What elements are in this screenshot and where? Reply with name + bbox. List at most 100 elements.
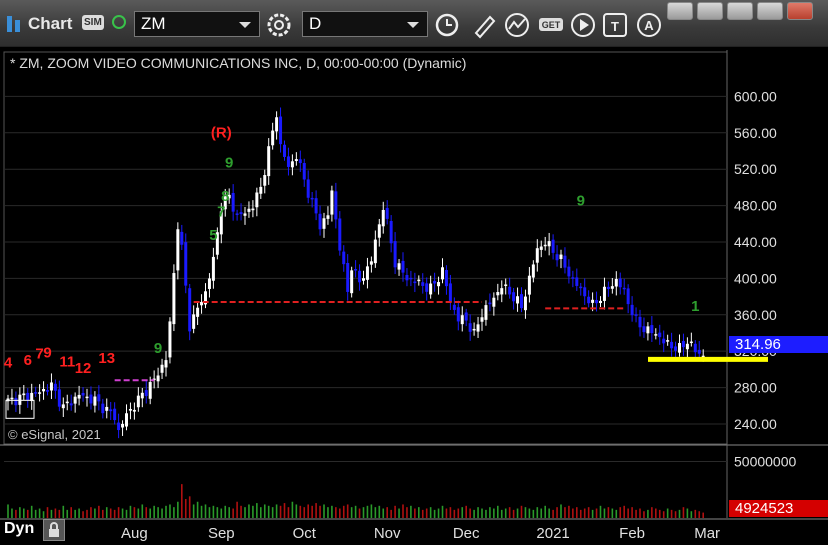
candle-body <box>128 408 132 411</box>
candle-body <box>583 287 587 297</box>
get-formulas-icon[interactable]: GET <box>538 11 566 39</box>
volume-bar <box>161 508 163 518</box>
lock-icon[interactable] <box>43 519 65 541</box>
volume-bar <box>38 508 41 518</box>
interval-input[interactable]: D <box>302 11 428 37</box>
candle-body <box>61 404 65 409</box>
price-chart[interactable]: 600.00 560.00 520.00 480.00 440.00 400.00 360.… <box>0 46 828 545</box>
link-status-icon[interactable] <box>112 15 126 29</box>
candle-body <box>413 281 417 284</box>
dynamic-label[interactable]: Dyn <box>4 520 34 538</box>
volume-bar <box>398 508 400 518</box>
volume-bar <box>378 505 381 518</box>
candle-body <box>239 212 243 215</box>
pencil-draw-icon[interactable] <box>470 11 498 39</box>
pin-window-button[interactable] <box>667 2 693 20</box>
candle-body <box>140 392 144 399</box>
play-replay-icon[interactable] <box>570 11 598 39</box>
chevron-down-icon[interactable] <box>407 22 419 28</box>
clock-icon[interactable] <box>434 11 462 39</box>
volume-bar <box>358 508 361 518</box>
signal-annotation: 11 <box>59 354 75 371</box>
studies-icon[interactable] <box>504 11 532 39</box>
volume-bar <box>327 507 329 518</box>
candle-body <box>476 324 480 332</box>
volume-bar <box>145 507 148 518</box>
volume-bar <box>508 507 511 518</box>
candle-body <box>658 332 662 338</box>
candle-body <box>306 179 310 198</box>
candle-body <box>512 292 516 302</box>
close-window-button[interactable] <box>787 2 813 20</box>
candle-body <box>93 396 97 406</box>
volume-bar <box>256 503 258 518</box>
restore-window-button[interactable] <box>697 2 723 20</box>
volume-bar <box>240 505 242 518</box>
volume-bar <box>129 505 132 518</box>
candle-body <box>567 266 571 277</box>
volume-bar <box>390 509 392 518</box>
time-axis-label: Mar <box>694 525 720 542</box>
volume-bar <box>212 505 215 518</box>
volume-bar <box>528 508 531 518</box>
volume-bar <box>370 504 373 518</box>
candle-body <box>49 382 53 391</box>
volume-bar <box>615 509 618 518</box>
candle-body <box>310 197 314 200</box>
price-tick-label: 560.00 <box>734 125 777 141</box>
svg-text:T: T <box>611 19 619 34</box>
candle-body <box>693 343 697 353</box>
sim-badge[interactable]: SIM <box>82 15 104 30</box>
candle-body <box>18 394 22 405</box>
volume-bar <box>117 507 120 518</box>
volume-bar <box>66 509 69 518</box>
volume-bar <box>394 505 396 518</box>
candle-body <box>192 314 196 329</box>
candle-body <box>535 248 539 263</box>
volume-bar <box>346 504 349 518</box>
maximize-window-button[interactable] <box>757 2 783 20</box>
symbol-input[interactable]: ZM <box>134 11 260 37</box>
volume-bar <box>623 505 625 518</box>
candle-body <box>587 296 591 304</box>
volume-bar <box>655 508 657 518</box>
volume-bar <box>133 507 136 518</box>
volume-bar <box>291 501 294 518</box>
candle-body <box>468 323 472 332</box>
volume-bar <box>473 509 475 518</box>
time-axis-label: Oct <box>293 525 317 542</box>
text-tool-icon[interactable]: T <box>602 11 630 39</box>
alert-a-icon[interactable]: A <box>636 11 664 39</box>
volume-bar <box>295 504 298 518</box>
chevron-down-icon[interactable] <box>239 22 251 28</box>
candle-body <box>618 278 622 288</box>
volume-bar <box>354 505 357 518</box>
volume-bar <box>643 511 645 518</box>
chart-window: { "toolbar": { "app_title": "Chart", "si… <box>0 0 828 545</box>
volume-bar <box>591 509 594 518</box>
signal-annotation: 6 <box>24 352 32 369</box>
price-tick-label: 440.00 <box>734 234 777 250</box>
volume-bar <box>702 512 704 518</box>
candle-body <box>26 392 30 401</box>
settings-gear-icon[interactable] <box>265 11 293 39</box>
candle-body <box>389 221 393 244</box>
minimize-window-button[interactable] <box>727 2 753 20</box>
volume-bar <box>82 511 84 518</box>
volume-bar <box>74 509 76 518</box>
volume-bar <box>686 508 689 518</box>
candle-body <box>571 277 575 279</box>
candle-body <box>196 307 200 317</box>
volume-bar <box>627 508 629 518</box>
candle-body <box>595 300 599 304</box>
volume-bar <box>94 508 96 518</box>
volume-bar <box>78 508 80 518</box>
candle-body <box>437 282 441 287</box>
candle-body <box>444 270 448 287</box>
candle-body <box>164 360 168 368</box>
candle-body <box>180 231 184 245</box>
volume-bar <box>362 507 365 518</box>
candle-body <box>504 284 508 286</box>
volume-bar <box>7 504 9 518</box>
candle-body <box>73 396 77 404</box>
